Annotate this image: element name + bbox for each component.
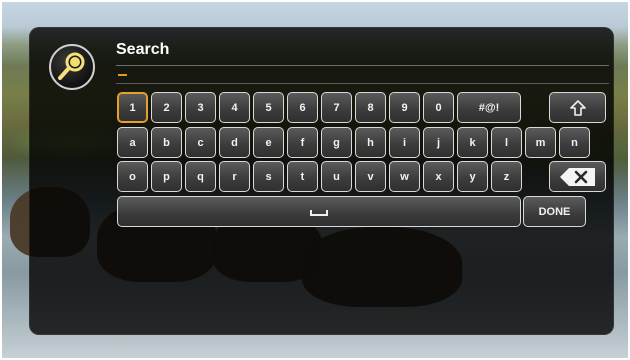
key-t[interactable]: t [287,161,318,192]
key-label: 7 [333,101,340,114]
key-label: o [129,170,136,183]
key-j[interactable]: j [423,127,454,158]
space-key[interactable] [117,196,521,227]
key-#@![interactable]: #@! [457,92,521,123]
key-v[interactable]: v [355,161,386,192]
key-e[interactable]: e [253,127,284,158]
key-p[interactable]: p [151,161,182,192]
key-label: v [367,170,374,183]
shift-icon [569,99,586,116]
key-g[interactable]: g [321,127,352,158]
key-i[interactable]: i [389,127,420,158]
key-d[interactable]: d [219,127,250,158]
key-z[interactable]: z [491,161,522,192]
text-cursor [118,74,127,76]
key-label: s [265,170,272,183]
key-o[interactable]: o [117,161,148,192]
key-label: j [436,136,441,149]
done-label: DONE [538,205,571,218]
key-4[interactable]: 4 [219,92,250,123]
key-s[interactable]: s [253,161,284,192]
key-label: a [129,136,136,149]
key-u[interactable]: u [321,161,352,192]
key-9[interactable]: 9 [389,92,420,123]
key-m[interactable]: m [525,127,556,158]
key-f[interactable]: f [287,127,318,158]
shift-key[interactable] [549,92,606,123]
key-label: 9 [401,101,408,114]
key-label: k [469,136,476,149]
key-k[interactable]: k [457,127,488,158]
key-label: 8 [367,101,374,114]
key-label: t [300,170,305,183]
key-label: w [400,170,409,183]
key-label: 0 [435,101,442,114]
key-label: c [197,136,204,149]
key-h[interactable]: h [355,127,386,158]
search-input[interactable] [116,83,609,84]
key-label: e [265,136,272,149]
key-label: 4 [231,101,238,114]
key-label: u [333,170,340,183]
key-2[interactable]: 2 [151,92,182,123]
key-label: i [402,136,407,149]
key-label: m [535,136,546,149]
key-b[interactable]: b [151,127,182,158]
search-dialog: Search 1 2 3 4 5 6 7 8 9 0 #@! a b c d e f g h i j k l m n o p q r s t… [29,27,614,335]
key-c[interactable]: c [185,127,216,158]
key-label: d [231,136,238,149]
key-label: p [163,170,170,183]
backspace-icon [559,167,595,186]
key-0[interactable]: 0 [423,92,454,123]
key-a[interactable]: a [117,127,148,158]
key-x[interactable]: x [423,161,454,192]
key-label: f [300,136,305,149]
dialog-title: Search [116,41,170,58]
backspace-key[interactable] [549,161,606,192]
key-7[interactable]: 7 [321,92,352,123]
input-top-line [116,65,609,66]
key-label: 5 [265,101,272,114]
key-label: 3 [197,101,204,114]
key-label: 2 [163,101,170,114]
key-n[interactable]: n [559,127,590,158]
key-label: 1 [129,101,136,114]
key-label: r [232,170,237,183]
key-label: y [469,170,476,183]
key-3[interactable]: 3 [185,92,216,123]
done-button[interactable]: DONE [523,196,586,227]
key-label: x [435,170,442,183]
key-label: l [504,136,509,149]
search-icon [49,44,95,90]
key-1[interactable]: 1 [117,92,148,123]
key-l[interactable]: l [491,127,522,158]
key-6[interactable]: 6 [287,92,318,123]
key-5[interactable]: 5 [253,92,284,123]
key-y[interactable]: y [457,161,488,192]
key-label: n [571,136,578,149]
key-r[interactable]: r [219,161,250,192]
key-w[interactable]: w [389,161,420,192]
key-label: #@! [478,101,500,114]
space-icon [310,209,328,216]
key-8[interactable]: 8 [355,92,386,123]
key-label: h [367,136,374,149]
key-label: z [503,170,510,183]
screen: Search 1 2 3 4 5 6 7 8 9 0 #@! a b c d e f g h i j k l m n o p q r s t… [2,2,628,358]
key-q[interactable]: q [185,161,216,192]
key-label: q [197,170,204,183]
key-label: 6 [299,101,306,114]
key-label: g [333,136,340,149]
key-label: b [163,136,170,149]
